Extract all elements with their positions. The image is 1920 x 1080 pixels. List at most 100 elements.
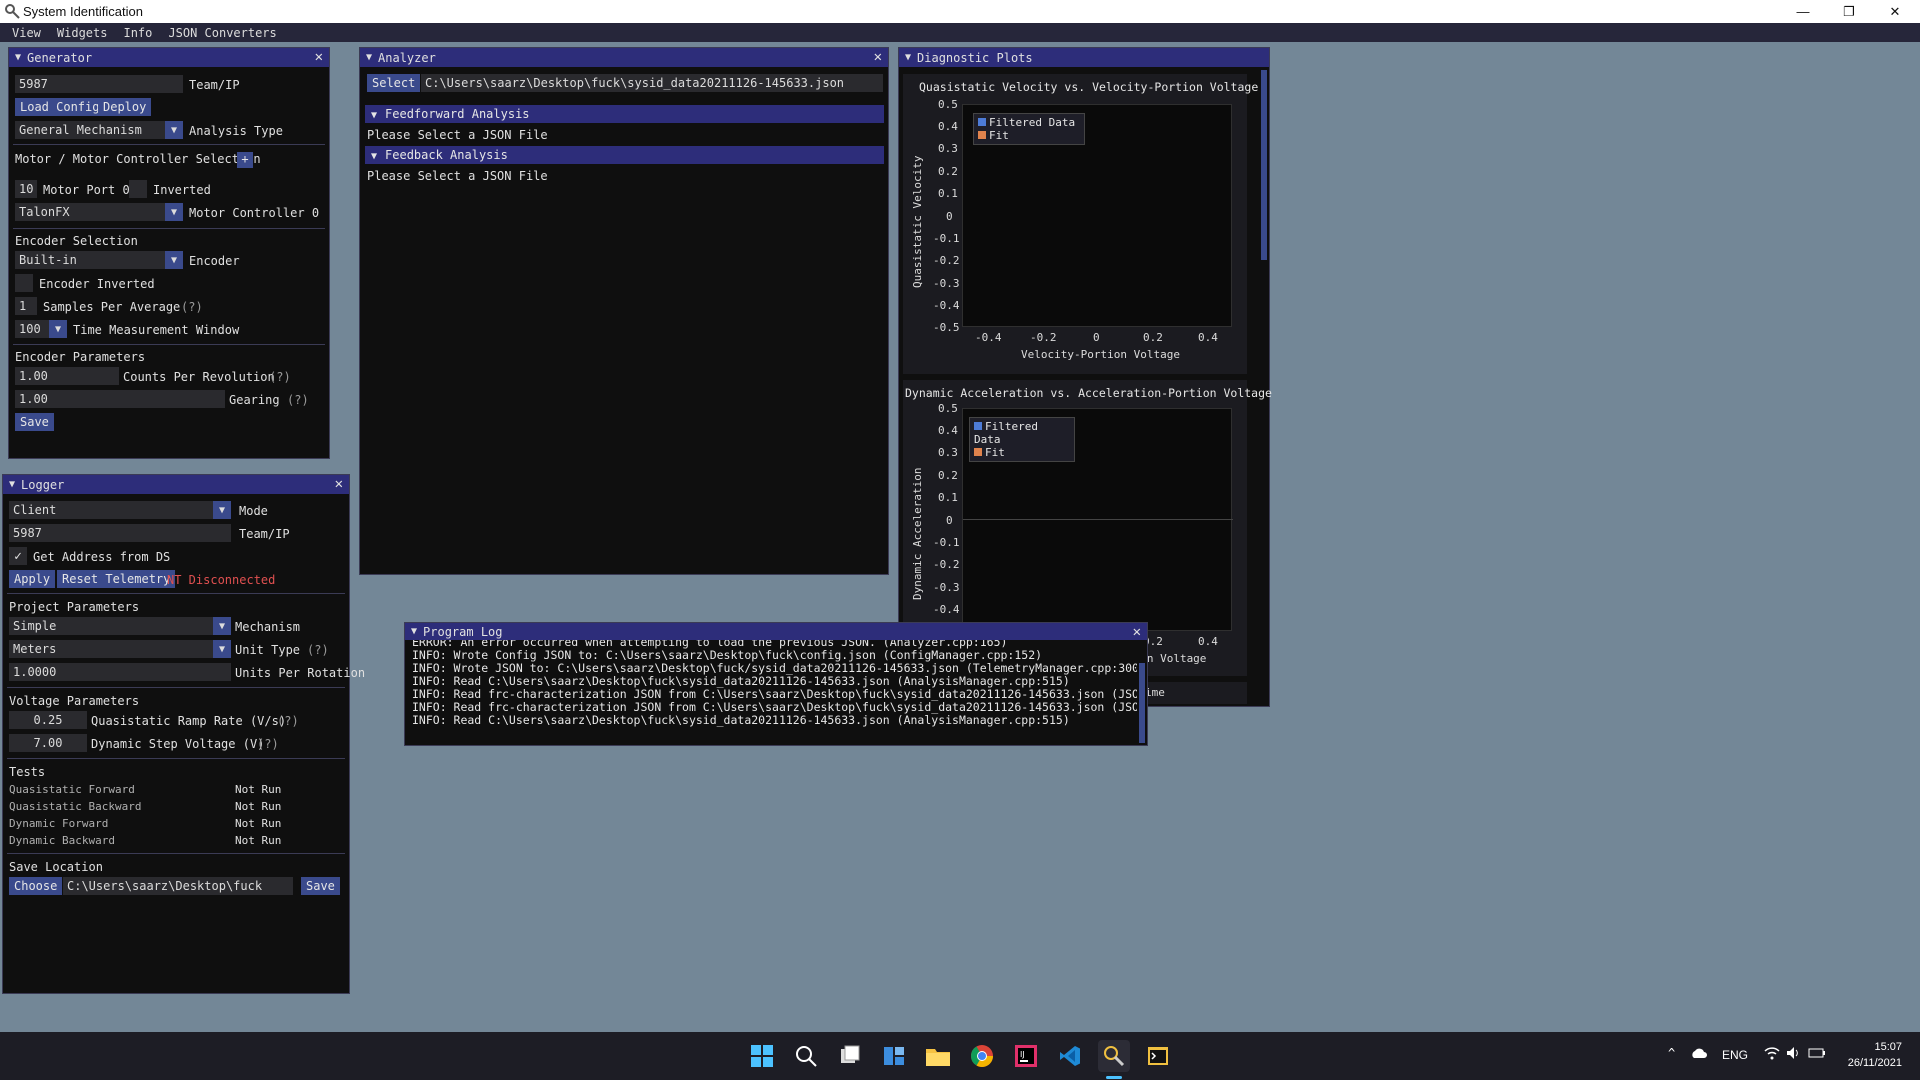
- logger-team-ip-input[interactable]: 5987: [9, 524, 231, 542]
- scrollbar[interactable]: [1261, 70, 1267, 260]
- close-icon[interactable]: ✕: [315, 49, 323, 65]
- analyzer-path-input[interactable]: C:\Users\saarz\Desktop\fuck\sysid_data20…: [421, 74, 883, 92]
- clock-time[interactable]: 15:07: [1850, 1041, 1902, 1053]
- terminal-icon[interactable]: [1142, 1040, 1174, 1072]
- y-tick: 0.2: [938, 165, 958, 178]
- gearing-help[interactable]: (?): [287, 393, 309, 407]
- clock-date[interactable]: 26/11/2021: [1838, 1057, 1902, 1069]
- menu-widgets[interactable]: Widgets: [49, 26, 116, 40]
- feedforward-message: Please Select a JSON File: [367, 128, 548, 142]
- logger-header[interactable]: ▼ Logger ✕: [3, 475, 349, 494]
- step-voltage-help[interactable]: (?): [257, 737, 279, 751]
- encoder-inverted-checkbox[interactable]: [15, 274, 33, 292]
- battery-icon[interactable]: [1808, 1047, 1826, 1062]
- choose-button[interactable]: Choose: [9, 877, 63, 895]
- restore-button[interactable]: ❐: [1826, 0, 1872, 23]
- mechanism-select[interactable]: Simple ▼: [9, 617, 231, 635]
- svg-text:IJ: IJ: [1020, 1050, 1025, 1059]
- samples-help[interactable]: (?): [181, 300, 203, 314]
- add-motor-button[interactable]: +: [237, 152, 253, 168]
- feedforward-section-header[interactable]: ▼ Feedforward Analysis: [365, 105, 884, 123]
- gearing-input[interactable]: 1.00: [15, 390, 225, 408]
- reset-telemetry-button[interactable]: Reset Telemetry: [57, 570, 176, 588]
- get-address-checkbox[interactable]: ✓: [9, 547, 27, 565]
- menu-info[interactable]: Info: [115, 26, 160, 40]
- collapse-icon[interactable]: ▼: [905, 52, 911, 63]
- generator-header[interactable]: ▼ Generator ✕: [9, 48, 329, 67]
- close-icon[interactable]: ✕: [874, 49, 882, 65]
- volume-icon[interactable]: [1786, 1046, 1802, 1063]
- widgets-icon[interactable]: [878, 1040, 910, 1072]
- app-title-bar: System Identification — ❐ ✕: [0, 0, 1920, 23]
- load-config-button[interactable]: Load Config: [15, 98, 105, 116]
- minimize-button[interactable]: —: [1780, 0, 1826, 23]
- collapse-icon[interactable]: ▼: [15, 52, 21, 63]
- inverted-checkbox[interactable]: [129, 180, 147, 198]
- unit-type-select[interactable]: Meters ▼: [9, 640, 231, 658]
- file-explorer-icon[interactable]: [922, 1040, 954, 1072]
- plot-area[interactable]: Filtered Data Fit: [962, 408, 1233, 631]
- samples-input[interactable]: 1: [15, 297, 37, 315]
- search-icon[interactable]: [790, 1040, 822, 1072]
- menu-json-converters[interactable]: JSON Converters: [160, 26, 284, 40]
- save-path-input[interactable]: C:\Users\saarz\Desktop\fuck: [63, 877, 293, 895]
- collapse-icon[interactable]: ▼: [366, 52, 372, 63]
- y-tick: 0: [946, 514, 953, 527]
- chevron-down-icon: ▼: [165, 251, 183, 269]
- logger-team-ip-label: Team/IP: [239, 527, 290, 541]
- intellij-icon[interactable]: IJ: [1010, 1040, 1042, 1072]
- close-icon[interactable]: ✕: [1133, 624, 1141, 640]
- cpr-input[interactable]: 1.00: [15, 367, 119, 385]
- select-button[interactable]: Select: [367, 74, 421, 92]
- analysis-type-select[interactable]: General Mechanism ▼: [15, 121, 183, 139]
- motor-controller-select[interactable]: TalonFX ▼: [15, 203, 183, 221]
- scrollbar[interactable]: [1139, 663, 1145, 743]
- log-content[interactable]: ERROR: An error occurred when attempting…: [405, 640, 1137, 744]
- unit-type-help[interactable]: (?): [307, 643, 329, 657]
- generator-save-button[interactable]: Save: [15, 413, 54, 431]
- ramp-rate-input[interactable]: 0.25: [9, 711, 87, 729]
- app-icon: [5, 4, 20, 19]
- menu-view[interactable]: View: [4, 26, 49, 40]
- unit-type-value: Meters: [13, 642, 57, 656]
- motor-port-input[interactable]: 10: [15, 180, 37, 198]
- step-voltage-input[interactable]: 7.00: [9, 734, 87, 752]
- analyzer-header[interactable]: ▼ Analyzer ✕: [360, 48, 888, 67]
- plot-area[interactable]: Filtered Data Fit: [962, 104, 1232, 327]
- apply-button[interactable]: Apply: [9, 570, 56, 588]
- cloud-icon[interactable]: [1690, 1046, 1708, 1063]
- test-name: Dynamic Backward: [9, 834, 115, 847]
- time-window-select[interactable]: 100 ▼: [15, 320, 67, 338]
- close-window-button[interactable]: ✕: [1872, 0, 1918, 23]
- language-indicator[interactable]: ENG: [1722, 1048, 1748, 1062]
- start-icon[interactable]: [746, 1040, 778, 1072]
- deploy-button[interactable]: Deploy: [98, 98, 152, 116]
- chrome-icon[interactable]: [966, 1040, 998, 1072]
- encoder-selection-label: Encoder Selection: [15, 234, 138, 248]
- collapse-icon[interactable]: ▼: [9, 479, 15, 490]
- logger-save-button[interactable]: Save: [301, 877, 340, 895]
- test-status: Not Run: [235, 834, 282, 847]
- mode-select[interactable]: Client ▼: [9, 501, 231, 519]
- task-view-icon[interactable]: [834, 1040, 866, 1072]
- close-icon[interactable]: ✕: [335, 476, 343, 492]
- y-tick: -0.4: [933, 603, 960, 616]
- program-log-header[interactable]: ▼ Program Log ✕: [405, 623, 1147, 640]
- test-status: Not Run: [235, 783, 282, 796]
- sysid-icon[interactable]: [1098, 1040, 1130, 1072]
- cpr-help[interactable]: (?): [269, 370, 291, 384]
- wifi-icon[interactable]: [1764, 1046, 1780, 1063]
- diagnostic-header[interactable]: ▼ Diagnostic Plots: [899, 48, 1269, 67]
- program-log-title: Program Log: [423, 624, 503, 639]
- diagnostic-title: Diagnostic Plots: [917, 50, 1033, 65]
- vscode-icon[interactable]: [1054, 1040, 1086, 1072]
- collapse-icon[interactable]: ▼: [411, 626, 417, 637]
- encoder-select[interactable]: Built-in ▼: [15, 251, 183, 269]
- units-per-rotation-input[interactable]: 1.0000: [9, 663, 231, 681]
- program-log-window: ▼ Program Log ✕ ERROR: An error occurred…: [404, 622, 1148, 746]
- feedback-section-header[interactable]: ▼ Feedback Analysis: [365, 146, 884, 164]
- y-tick: 0.2: [938, 469, 958, 482]
- generator-team-ip-input[interactable]: 5987: [15, 75, 183, 93]
- chevron-up-icon[interactable]: ^: [1668, 1046, 1675, 1060]
- ramp-rate-help[interactable]: (?): [277, 714, 299, 728]
